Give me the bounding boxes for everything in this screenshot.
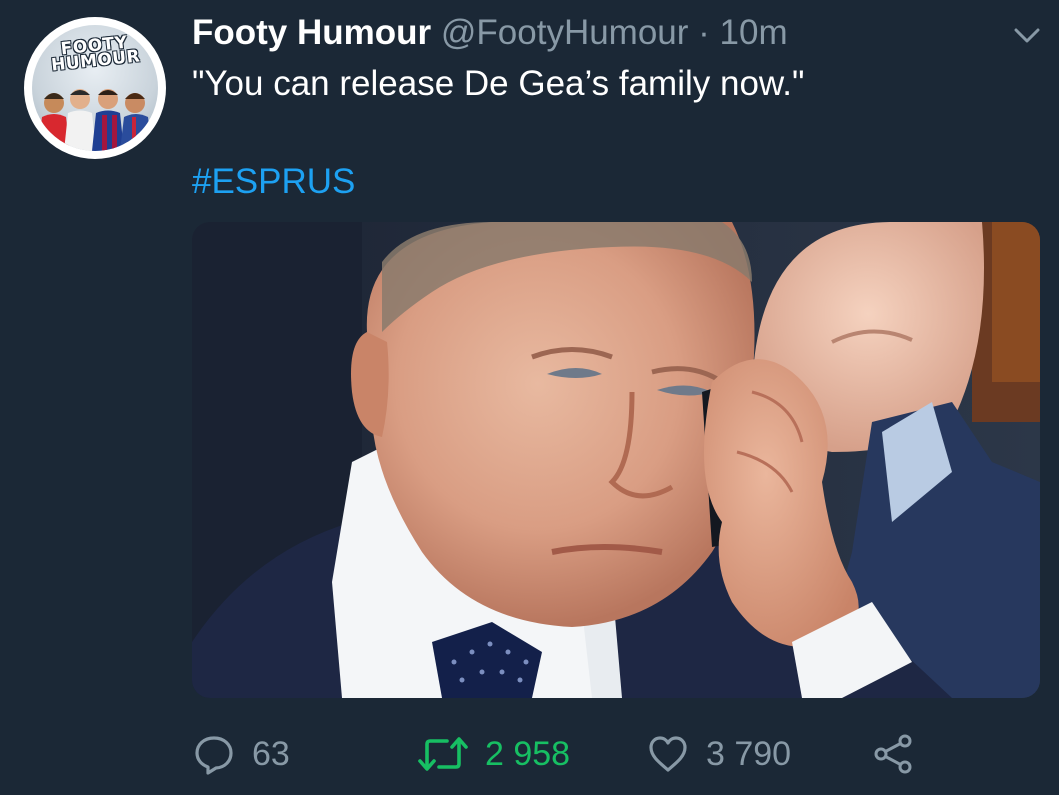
tweet-timestamp[interactable]: 10m xyxy=(720,13,788,52)
reply-button[interactable]: 63 xyxy=(192,724,290,784)
author-avatar[interactable]: FOOTY HUMOUR xyxy=(24,17,166,159)
tweet-card[interactable]: FOOTY HUMOUR Footy Humour @FootyHumour ·… xyxy=(0,0,1059,795)
heart-icon xyxy=(649,736,687,772)
tweet-photo[interactable] xyxy=(192,222,1040,698)
tweet-text: "You can release De Gea’s family now." xyxy=(192,64,805,103)
retweet-count: 2 958 xyxy=(485,734,571,773)
photo-man-on-phone xyxy=(192,222,1040,698)
avatar-image: FOOTY HUMOUR xyxy=(32,25,158,151)
like-button[interactable]: 3 790 xyxy=(646,724,791,784)
hashtag-link[interactable]: #ESPRUS xyxy=(192,160,355,204)
avatar-logo: FOOTY HUMOUR xyxy=(50,32,142,76)
reply-count: 63 xyxy=(252,734,290,773)
retweet-icon xyxy=(418,737,468,771)
retweet-button[interactable]: 2 958 xyxy=(417,724,570,784)
author-name[interactable]: Footy Humour xyxy=(192,13,431,52)
share-button[interactable] xyxy=(872,724,916,784)
author-handle[interactable]: @FootyHumour xyxy=(441,13,689,52)
header-separator: · xyxy=(698,13,710,52)
avatar-cartoon-players xyxy=(38,89,152,151)
tweet-actions: 63 2 958 3 790 xyxy=(0,724,1059,784)
share-icon xyxy=(874,734,912,774)
tweet-header: Footy Humour @FootyHumour · 10m xyxy=(192,12,788,54)
chevron-down-icon[interactable] xyxy=(1013,26,1041,46)
like-count: 3 790 xyxy=(706,734,792,773)
reply-bubble-icon xyxy=(195,736,233,775)
